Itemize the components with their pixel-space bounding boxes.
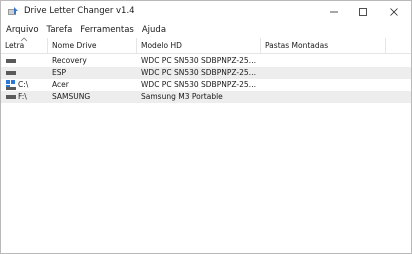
cell-letter: C:\ bbox=[18, 80, 29, 89]
column-header-nome-drive[interactable]: Nome Drive bbox=[48, 38, 136, 53]
drive-list: Recovery WDC PC SN530 SDBPNPZ-256G... ES… bbox=[1, 55, 411, 103]
cell-drive-name: SAMSUNG bbox=[52, 92, 91, 101]
table-row[interactable]: ESP WDC PC SN530 SDBPNPZ-256G... bbox=[1, 67, 411, 79]
menu-ferramentas[interactable]: Ferramentas bbox=[77, 25, 137, 35]
maximize-icon bbox=[359, 8, 367, 16]
table-row[interactable]: F:\ SAMSUNG Samsung M3 Portable bbox=[1, 91, 411, 103]
cell-drive-name: Acer bbox=[52, 80, 69, 89]
title-bar[interactable]: Drive Letter Changer v1.4 bbox=[1, 1, 411, 23]
list-bottom-area bbox=[1, 246, 411, 253]
cell-drive-name: Recovery bbox=[52, 56, 87, 65]
cell-hd-model: WDC PC SN530 SDBPNPZ-256G... bbox=[141, 56, 259, 65]
app-icon bbox=[8, 7, 18, 15]
cell-hd-model: WDC PC SN530 SDBPNPZ-256G... bbox=[141, 68, 259, 77]
minimize-button[interactable] bbox=[319, 1, 349, 23]
app-window: Drive Letter Changer v1.4 Arquivo Tarefa… bbox=[0, 0, 412, 254]
minimize-icon bbox=[330, 11, 338, 13]
column-header-pastas-montadas[interactable]: Pastas Montadas bbox=[261, 38, 385, 53]
sort-ascending-icon bbox=[20, 37, 28, 42]
cell-letter: F:\ bbox=[18, 92, 27, 101]
column-header: Letra Nome Drive Modelo HD Pastas Montad… bbox=[1, 37, 411, 54]
menu-tarefa[interactable]: Tarefa bbox=[44, 25, 76, 35]
column-label: Letra bbox=[5, 41, 25, 50]
column-label: Pastas Montadas bbox=[265, 41, 329, 50]
column-label: Nome Drive bbox=[52, 41, 97, 50]
maximize-button[interactable] bbox=[348, 1, 378, 23]
drive-icon bbox=[6, 71, 16, 75]
window-title: Drive Letter Changer v1.4 bbox=[24, 6, 135, 16]
close-button[interactable] bbox=[379, 1, 409, 23]
menu-bar: Arquivo Tarefa Ferramentas Ajuda bbox=[1, 23, 411, 37]
menu-ajuda[interactable]: Ajuda bbox=[139, 25, 169, 35]
system-drive-icon bbox=[6, 80, 16, 90]
cell-hd-model: Samsung M3 Portable bbox=[141, 92, 223, 101]
close-icon bbox=[390, 8, 398, 16]
menu-arquivo[interactable]: Arquivo bbox=[3, 25, 42, 35]
drive-icon bbox=[6, 95, 16, 99]
column-divider[interactable] bbox=[385, 38, 386, 53]
drive-icon bbox=[6, 59, 16, 63]
cell-hd-model: WDC PC SN530 SDBPNPZ-256G... bbox=[141, 80, 259, 89]
column-label: Modelo HD bbox=[141, 41, 182, 50]
column-header-letra[interactable]: Letra bbox=[1, 37, 47, 53]
table-row[interactable]: C:\ Acer WDC PC SN530 SDBPNPZ-256G... bbox=[1, 79, 411, 91]
table-row[interactable]: Recovery WDC PC SN530 SDBPNPZ-256G... bbox=[1, 55, 411, 67]
column-header-modelo-hd[interactable]: Modelo HD bbox=[137, 38, 260, 53]
cell-drive-name: ESP bbox=[52, 68, 67, 77]
